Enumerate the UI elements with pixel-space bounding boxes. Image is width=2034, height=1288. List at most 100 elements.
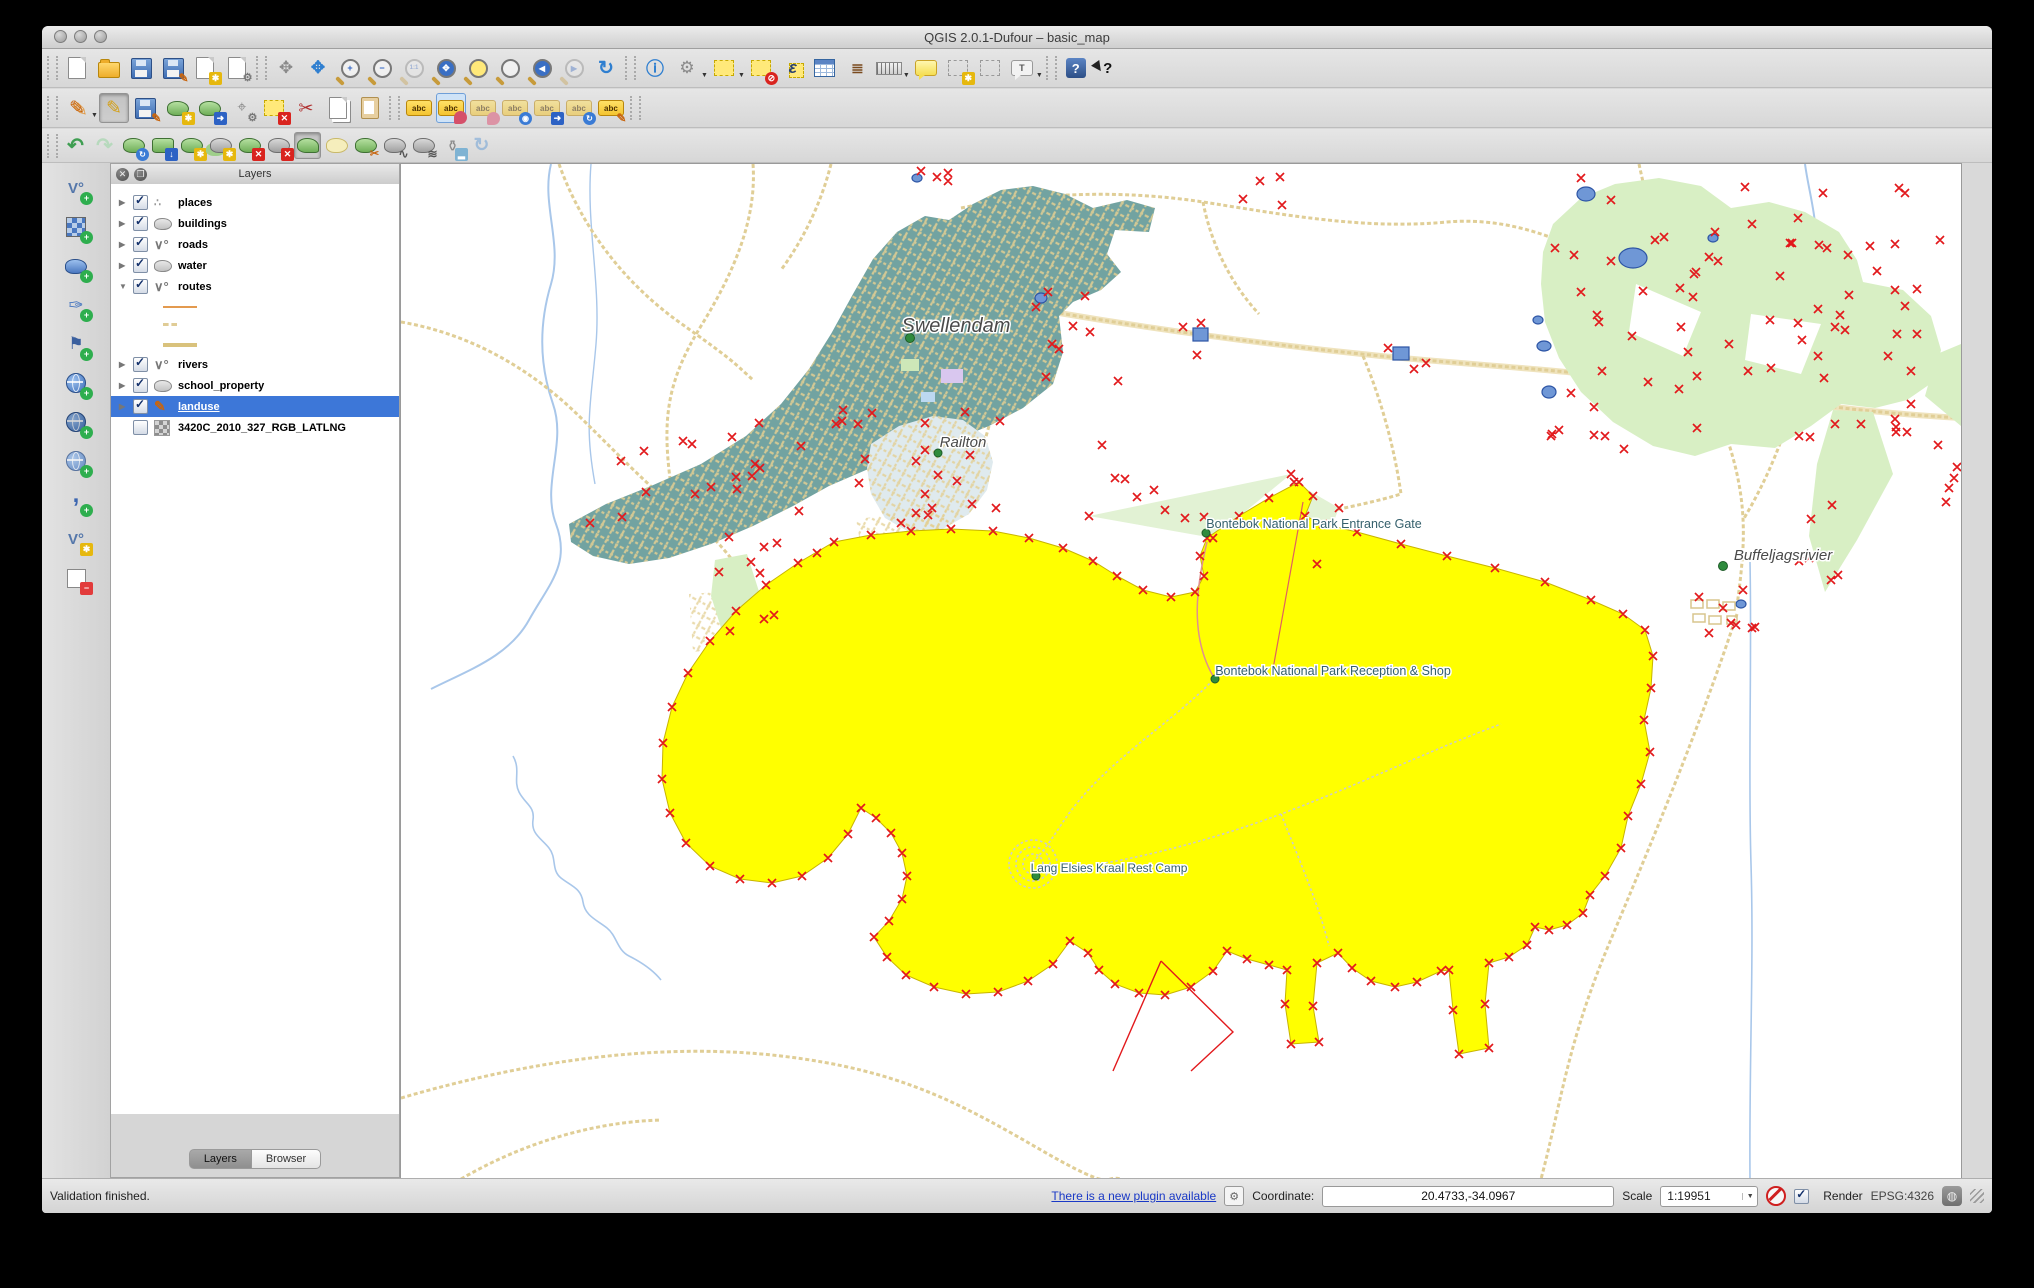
redo-button[interactable]: ↷ xyxy=(91,132,118,159)
merge-attributes-button[interactable]: ⚱ ▂ xyxy=(439,132,468,161)
rotate-feature-button[interactable]: ↻ xyxy=(120,132,149,161)
toolbar-handle[interactable] xyxy=(256,56,267,80)
layer-checkbox[interactable] xyxy=(133,214,148,231)
delete-selected-button[interactable]: ✕ xyxy=(259,93,291,125)
layer-row-roads[interactable]: ▶ ∨° roads xyxy=(111,234,399,255)
zoom-full-extent-button[interactable]: ✥ xyxy=(431,53,461,83)
expand-arrow-icon[interactable]: ▶ xyxy=(119,360,133,369)
layer-checkbox[interactable] xyxy=(133,355,148,372)
plugin-icon[interactable]: ⚙ xyxy=(1224,1186,1245,1206)
save-layer-edits-button[interactable]: ✎ xyxy=(131,93,161,125)
dropdown-caret-icon[interactable]: ▼ xyxy=(1036,72,1043,79)
pin-unpin-labels-button[interactable]: abc xyxy=(435,93,467,124)
show-hide-pinned-labels-button[interactable]: abc xyxy=(468,93,500,125)
layer-checkbox[interactable] xyxy=(133,256,148,273)
map-tips-button[interactable] xyxy=(911,53,941,83)
merge-selected-features-button[interactable]: ≋ xyxy=(410,132,438,161)
select-features-button[interactable] xyxy=(709,53,739,83)
zoom-next-button[interactable]: ▶ xyxy=(559,53,589,83)
crs-status-icon[interactable]: ◍ xyxy=(1942,1186,1962,1206)
show-bookmarks-button[interactable] xyxy=(975,53,1005,83)
layer-labeling-options-button[interactable]: abc xyxy=(404,93,434,123)
composer-manager-button[interactable]: ⚙ xyxy=(222,53,252,84)
close-button[interactable] xyxy=(54,30,67,43)
layer-row-water[interactable]: ▶ water xyxy=(111,255,399,276)
toolbar-handle[interactable] xyxy=(47,56,58,80)
plugin-available-link[interactable]: There is a new plugin available xyxy=(1051,1189,1216,1203)
tab-layers[interactable]: Layers xyxy=(188,1149,252,1169)
delete-part-button[interactable]: ✕ xyxy=(265,132,294,161)
toolbar-handle[interactable] xyxy=(388,96,400,120)
copy-features-button[interactable] xyxy=(323,93,353,123)
new-bookmark-button[interactable]: ✱ xyxy=(943,53,975,85)
render-checkbox[interactable] xyxy=(1794,1187,1810,1204)
help-contents-button[interactable]: ? xyxy=(1061,53,1091,83)
layer-row-routes[interactable]: ▼ ∨° routes xyxy=(111,276,399,297)
add-part-button[interactable]: ✱ xyxy=(207,132,236,161)
reshape-features-button[interactable] xyxy=(294,132,321,159)
add-wcs-layer-button[interactable]: + xyxy=(61,407,93,439)
add-spatialite-layer-button[interactable]: ✑ + xyxy=(61,290,93,322)
split-parts-button[interactable]: ∿ xyxy=(381,132,409,161)
add-delimited-text-layer-button[interactable]: , + xyxy=(61,483,93,517)
zoom-to-selection-button[interactable] xyxy=(463,53,493,83)
paste-features-button[interactable] xyxy=(355,93,385,123)
toolbar-handle[interactable] xyxy=(1045,56,1057,80)
toggle-editing-button[interactable]: ✎ xyxy=(98,93,129,123)
measure-button[interactable] xyxy=(874,53,904,83)
expand-arrow-icon[interactable]: ▶ xyxy=(119,402,133,411)
save-project-as-button[interactable]: ✎ xyxy=(158,53,189,85)
simplify-feature-button[interactable]: ↓ xyxy=(149,132,178,161)
delete-ring-button[interactable]: ✕ xyxy=(236,132,265,161)
layer-row-landuse[interactable]: ▶ ✎ landuse xyxy=(111,396,399,417)
zoom-out-button[interactable]: − xyxy=(367,53,397,83)
tab-browser[interactable]: Browser xyxy=(251,1149,322,1169)
node-tool-button[interactable]: ⌖ ⚙ xyxy=(227,93,257,124)
title-bar[interactable]: QGIS 2.0.1-Dufour – basic_map xyxy=(42,26,1992,49)
add-feature-button[interactable]: ✱ xyxy=(163,93,195,125)
layer-row-raster[interactable]: ▶ 3420C_2010_327_RGB_LATLNG xyxy=(111,417,399,438)
collapse-arrow-icon[interactable]: ▼ xyxy=(119,282,133,291)
layer-row-school-property[interactable]: ▶ school_property xyxy=(111,375,399,396)
add-wfs-layer-button[interactable]: + xyxy=(61,446,93,478)
new-print-composer-button[interactable]: ✱ xyxy=(190,53,222,85)
add-vector-layer-button[interactable]: V° + xyxy=(61,173,93,205)
dropdown-caret-icon[interactable]: ▼ xyxy=(701,72,708,79)
open-attribute-table-button[interactable] xyxy=(810,53,840,83)
expand-arrow-icon[interactable]: ▶ xyxy=(119,219,133,228)
layer-checkbox[interactable] xyxy=(133,376,148,393)
rotate-point-symbols-button[interactable]: ↻ xyxy=(468,132,495,159)
zoom-to-layer-button[interactable] xyxy=(495,53,525,83)
add-ring-button[interactable]: ✱ xyxy=(178,132,207,161)
open-project-button[interactable] xyxy=(94,53,124,83)
layer-checkbox[interactable] xyxy=(133,420,148,435)
split-features-button[interactable]: ✂ xyxy=(352,132,379,160)
deselect-features-button[interactable]: ⊘ xyxy=(746,53,778,85)
new-shapefile-layer-button[interactable]: V° ✱ xyxy=(61,524,93,556)
whats-this-button[interactable]: ? xyxy=(1093,53,1123,83)
rotate-label-button[interactable]: abc ↻ xyxy=(564,93,596,125)
pan-map-button[interactable]: ✥ xyxy=(271,53,301,83)
toolbar-handle[interactable] xyxy=(47,96,58,120)
expand-arrow-icon[interactable]: ▶ xyxy=(119,381,133,390)
new-project-button[interactable] xyxy=(62,53,92,83)
minimize-button[interactable] xyxy=(74,30,87,43)
layers-panel-titlebar[interactable]: ✕ ❐ Layers xyxy=(111,164,399,185)
move-feature-button[interactable]: ➜ xyxy=(195,93,227,125)
dropdown-caret-icon[interactable]: ▼ xyxy=(91,112,98,119)
undo-button[interactable]: ↶ xyxy=(62,132,89,159)
panel-float-icon[interactable]: ❐ xyxy=(134,167,147,181)
select-by-expression-button[interactable]: ε xyxy=(778,53,808,83)
dropdown-caret-icon[interactable]: ▼ xyxy=(903,72,910,79)
save-project-button[interactable] xyxy=(126,53,156,83)
zoom-actual-size-button[interactable]: 1:1 xyxy=(399,53,429,83)
coordinate-input[interactable]: 20.4733,-34.0967 xyxy=(1322,1185,1615,1207)
zoom-in-button[interactable]: + xyxy=(335,53,365,83)
identify-features-button[interactable]: ⓘ xyxy=(640,53,670,83)
field-calculator-button[interactable]: ≣ xyxy=(842,53,872,83)
layer-checkbox[interactable] xyxy=(133,235,148,252)
resize-grip[interactable] xyxy=(1970,1189,1984,1203)
offset-curve-button[interactable] xyxy=(323,132,350,159)
expand-arrow-icon[interactable]: ▶ xyxy=(119,198,133,207)
layer-checkbox[interactable] xyxy=(133,193,148,210)
